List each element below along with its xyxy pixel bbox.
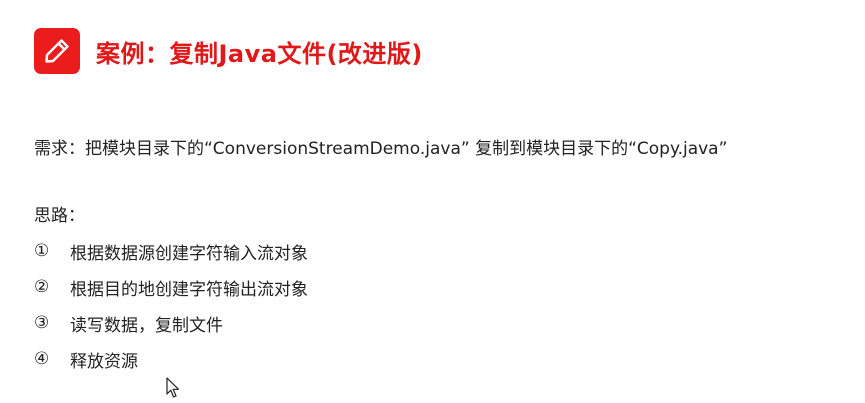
page-title: 案例：复制Java文件(改进版) [96,39,423,68]
requirement-text: 需求：把模块目录下的“ConversionStreamDemo.java” 复制… [34,139,728,159]
ideas-heading: 思路： [34,206,85,226]
list-item: ④ 释放资源 [34,341,308,377]
step-number: ③ [34,313,50,333]
step-number: ① [34,241,50,261]
slide-title-row: 案例：复制Java文件(改进版) [34,28,423,74]
step-number: ④ [34,349,50,369]
list-item: ① 根据数据源创建字符输入流对象 [34,233,308,269]
list-item: ③ 读写数据，复制文件 [34,305,308,341]
step-text: 根据数据源创建字符输入流对象 [70,243,308,264]
mouse-pointer-icon [166,377,180,403]
step-text: 释放资源 [70,351,138,372]
step-text: 读写数据，复制文件 [70,315,223,336]
step-number: ② [34,277,50,297]
list-item: ② 根据目的地创建字符输出流对象 [34,269,308,305]
steps-list: ① 根据数据源创建字符输入流对象 ② 根据目的地创建字符输出流对象 ③ 读写数据… [34,233,308,377]
step-text: 根据目的地创建字符输出流对象 [70,279,308,300]
pencil-icon [34,28,80,74]
